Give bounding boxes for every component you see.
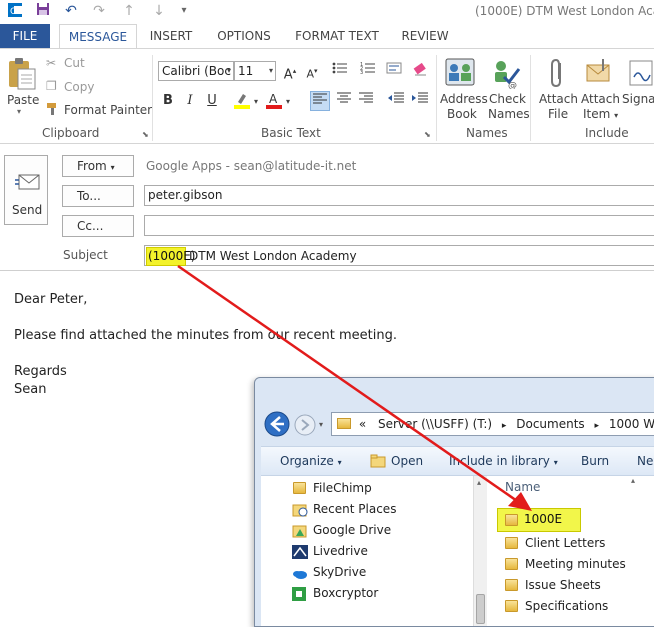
annotation-arrow [177,264,532,511]
